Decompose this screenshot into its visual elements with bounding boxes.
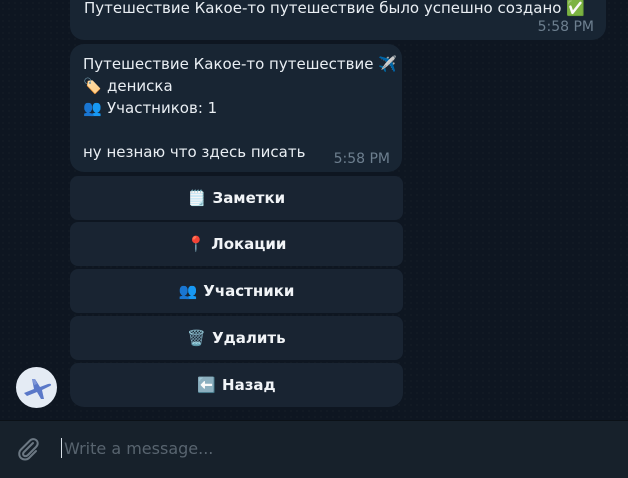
notes-button[interactable]: 🗒️ Заметки xyxy=(70,176,403,220)
trip-participants-line: 👥 Участников: 1 xyxy=(83,97,389,119)
trip-title: Путешествие Какое-то путешествие xyxy=(83,55,374,73)
trip-tag: дениска xyxy=(107,77,173,95)
trip-tag-line: 🏷️ дениска xyxy=(83,75,389,97)
notes-button-label: Заметки xyxy=(212,189,286,207)
notepad-icon: 🗒️ xyxy=(187,189,207,207)
trip-participants: Участников: 1 xyxy=(107,99,218,117)
people-icon: 👥 xyxy=(178,282,198,300)
message-time: 5:58 PM xyxy=(333,151,390,167)
chat-area: Путешествие Какое-то путешествие было ус… xyxy=(0,0,628,420)
participants-button-label: Участники xyxy=(203,282,295,300)
text-caret xyxy=(61,438,62,458)
trash-icon: 🗑️ xyxy=(187,329,207,347)
airplane-icon xyxy=(23,378,51,399)
back-button-label: Назад xyxy=(222,376,276,394)
paperclip-icon[interactable] xyxy=(14,435,42,463)
message-created: Путешествие Какое-то путешествие было ус… xyxy=(70,0,606,40)
airplane-icon: ✈️ xyxy=(378,55,397,73)
people-icon: 👥 xyxy=(83,99,102,117)
label-tag-icon: 🏷️ xyxy=(83,77,102,95)
message-time: 5:58 PM xyxy=(537,19,594,35)
back-button[interactable]: ⬅️ Назад xyxy=(70,363,403,407)
arrow-left-icon: ⬅️ xyxy=(197,376,217,394)
pin-icon: 📍 xyxy=(186,235,206,253)
trip-description: ну незнаю что здесь писать xyxy=(83,143,306,161)
message-trip-details: Путешествие Какое-то путешествие ✈️ 🏷️ де… xyxy=(70,44,402,172)
check-mark-icon: ✅ xyxy=(566,0,585,17)
participants-button[interactable]: 👥 Участники xyxy=(70,269,403,313)
locations-button[interactable]: 📍 Локации xyxy=(70,222,403,266)
delete-button[interactable]: 🗑️ Удалить xyxy=(70,316,403,360)
message-text: Путешествие Какое-то путешествие было ус… xyxy=(84,0,562,17)
message-input[interactable] xyxy=(64,435,604,461)
bot-avatar[interactable] xyxy=(16,367,57,408)
delete-button-label: Удалить xyxy=(212,329,286,347)
locations-button-label: Локации xyxy=(211,235,287,253)
trip-title-line: Путешествие Какое-то путешествие ✈️ xyxy=(83,53,397,75)
message-composer xyxy=(0,420,628,478)
